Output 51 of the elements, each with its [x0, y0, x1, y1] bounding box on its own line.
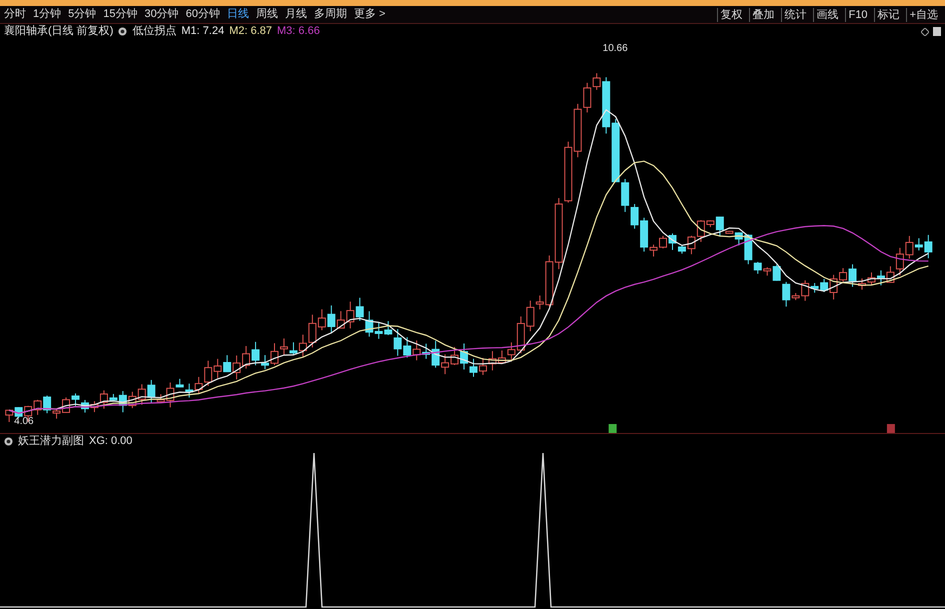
settings-icon[interactable]: [118, 27, 128, 36]
candle: [876, 270, 885, 286]
candle: [5, 410, 14, 423]
candle: [564, 141, 572, 204]
sell-marker-icon: [886, 424, 895, 433]
candle: [450, 346, 459, 366]
high-price-label: 10.66: [602, 42, 628, 54]
candle: [460, 343, 468, 370]
toolbar-button[interactable]: 统计: [780, 8, 810, 22]
period-tab[interactable]: 多周期: [314, 6, 347, 23]
toolbar-button[interactable]: 复权: [716, 8, 746, 22]
ma-value: M3: 6.66: [277, 24, 320, 40]
diamond-icon[interactable]: [921, 28, 929, 36]
candle: [280, 338, 288, 356]
candle: [128, 391, 136, 409]
candle: [242, 346, 250, 370]
candle: [232, 355, 241, 380]
period-tab[interactable]: 月线: [285, 6, 307, 23]
candle: [223, 354, 232, 373]
period-tab[interactable]: 1分钟: [33, 6, 62, 23]
toolbar-button[interactable]: 标记: [874, 8, 903, 22]
period-tab[interactable]: 5分钟: [68, 6, 96, 23]
low-price-label: 4.06: [14, 416, 34, 428]
indicator-value: XG: 0.00: [89, 434, 132, 450]
period-tab[interactable]: 15分钟: [103, 6, 138, 23]
ma-value: M2: 6.87: [229, 24, 272, 40]
period-tab[interactable]: 60分钟: [186, 6, 220, 23]
candle: [34, 399, 42, 416]
candle: [412, 340, 421, 361]
candle: [630, 204, 639, 230]
stock-title: 襄阳轴承(日线 前复权): [4, 24, 114, 40]
toolbar-button[interactable]: 叠加: [748, 8, 778, 22]
period-tab[interactable]: 日线: [227, 6, 249, 23]
period-tab[interactable]: 周线: [256, 6, 278, 23]
indicator-name: 妖王潜力副图: [18, 434, 84, 450]
toolbar-button[interactable]: +自选: [906, 8, 941, 22]
settings-icon[interactable]: [4, 437, 13, 446]
period-tab[interactable]: 30分钟: [144, 6, 179, 23]
candle: [214, 358, 222, 378]
period-tab[interactable]: 更多 >: [354, 6, 386, 23]
candle: [403, 336, 412, 358]
toolbar-button[interactable]: 画线: [812, 8, 842, 22]
candle: [138, 384, 146, 406]
indicator-name: 低位拐点: [132, 24, 176, 40]
ma-value: M1: 7.24: [181, 24, 224, 40]
candle: [356, 297, 364, 322]
period-tab[interactable]: 分时: [4, 6, 26, 23]
buy-marker-icon: [608, 424, 617, 433]
candle: [478, 357, 487, 376]
candle: [441, 354, 450, 375]
toolbar-button[interactable]: F10: [844, 8, 871, 22]
